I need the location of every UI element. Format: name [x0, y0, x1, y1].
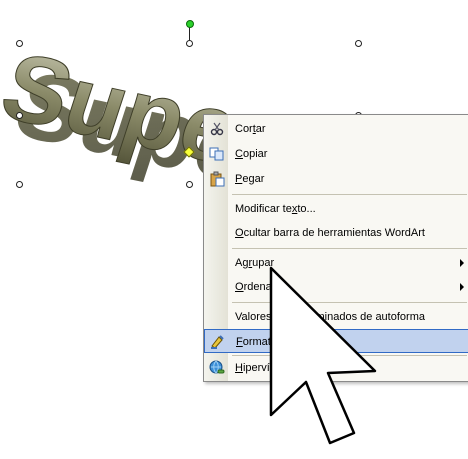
menu-separator — [232, 248, 467, 249]
submenu-arrow-icon — [460, 283, 464, 291]
resize-handle-bottom-left[interactable] — [16, 181, 23, 188]
hyperlink-icon — [209, 360, 225, 376]
menu-item-label: Ocultar barra de herramientas WordArt — [235, 227, 425, 239]
resize-handle-top[interactable] — [186, 40, 193, 47]
resize-handle-bottom[interactable] — [186, 181, 193, 188]
menu-item-copiar[interactable]: Copiar — [204, 142, 468, 166]
resize-handle-top-right[interactable] — [355, 40, 362, 47]
copy-icon — [209, 146, 225, 162]
menu-item-modificar-texto[interactable]: Modificar texto... — [204, 197, 468, 221]
mouse-cursor-icon — [269, 266, 377, 445]
menu-item-label: Pegar — [235, 173, 265, 185]
rotate-connector — [189, 26, 190, 40]
resize-handle-top-left[interactable] — [16, 40, 23, 47]
menu-item-cortar[interactable]: Cortar — [204, 117, 468, 141]
scissors-icon — [209, 121, 225, 137]
submenu-arrow-icon — [460, 259, 464, 267]
menu-item-ocultar-barra[interactable]: Ocultar barra de herramientas WordArt — [204, 221, 468, 245]
menu-item-pegar[interactable]: Pegar — [204, 167, 468, 191]
menu-item-label: Modificar texto... — [235, 203, 316, 215]
menu-item-label: Cortar — [235, 123, 266, 135]
menu-separator — [232, 194, 467, 195]
paste-icon — [209, 171, 225, 187]
format-wordart-icon — [210, 334, 226, 350]
menu-item-label: Copiar — [235, 148, 268, 160]
rotate-handle[interactable] — [186, 20, 194, 28]
resize-handle-left[interactable] — [16, 112, 23, 119]
